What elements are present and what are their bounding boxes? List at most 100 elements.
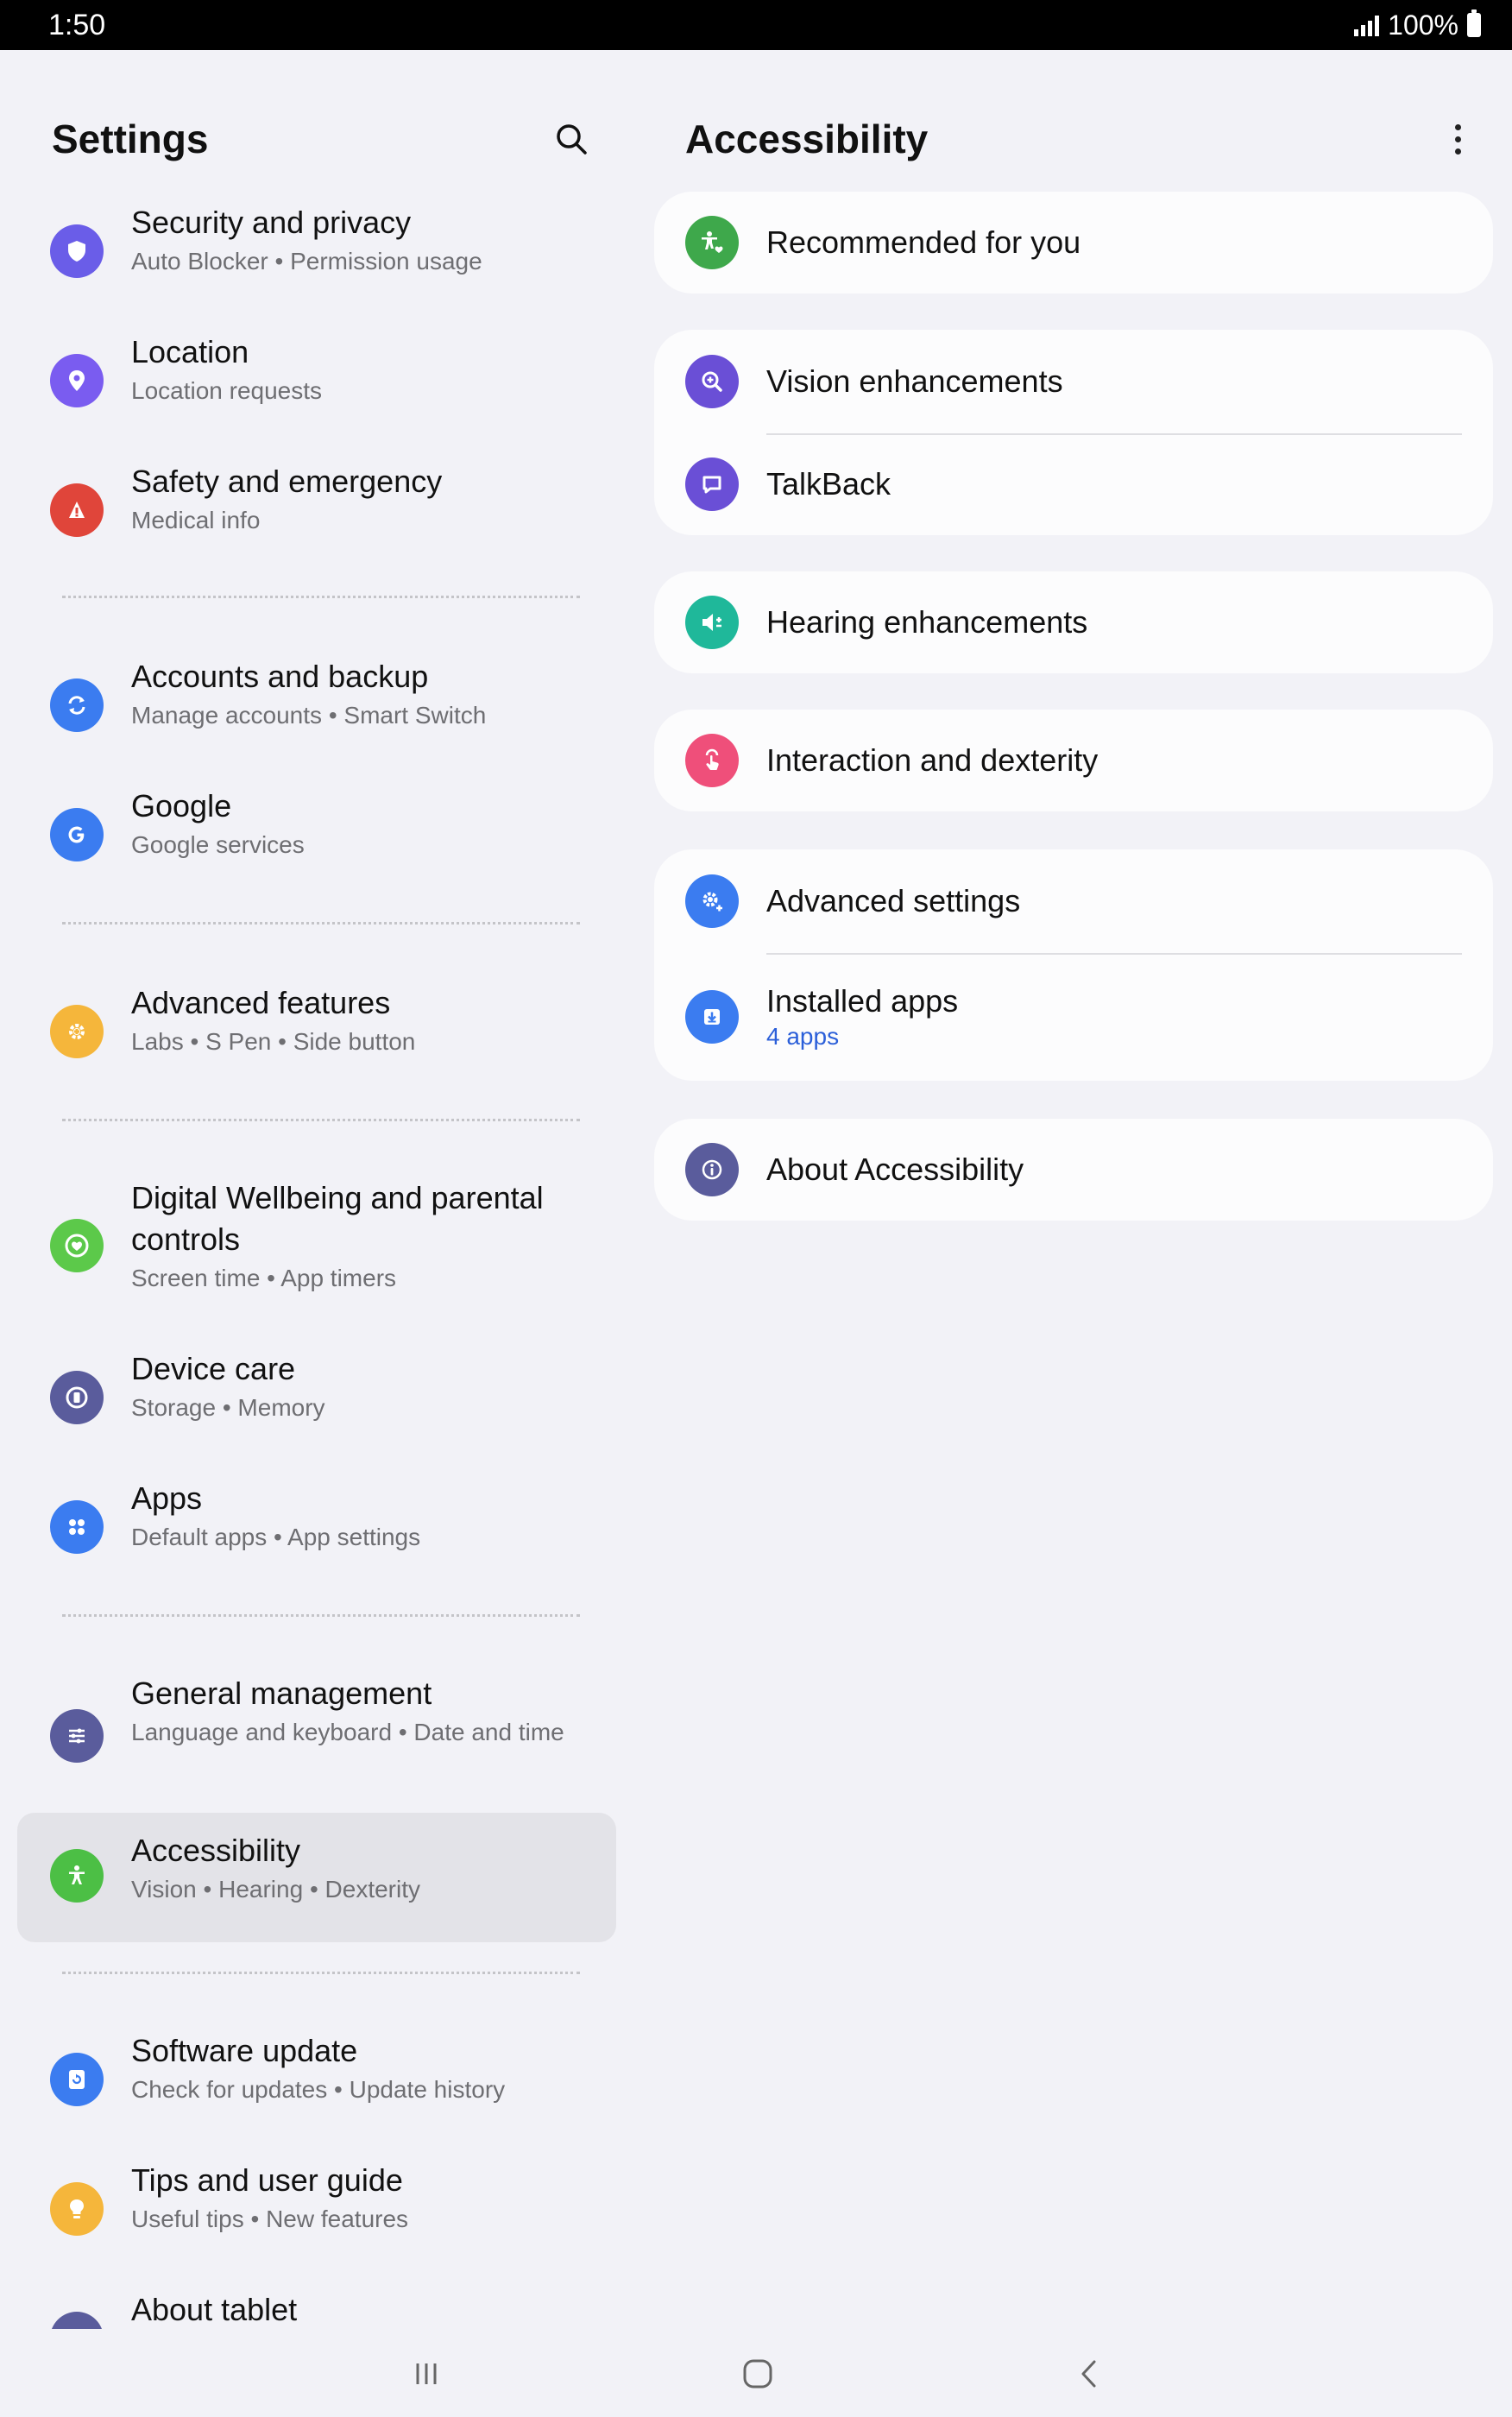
item-text: General management Language and keyboard… [131,1673,580,1749]
settings-item-tips-and-user-guide[interactable]: Tips and user guide Useful tips • New fe… [17,2160,616,2253]
item-text: Advanced features Labs • S Pen • Side bu… [131,982,415,1058]
gear-plus-icon [685,874,739,928]
item-text: Accessibility Vision • Hearing • Dexteri… [131,1830,420,1906]
battery-percent: 100% [1388,9,1458,41]
row-text: Vision enhancements [766,362,1063,401]
more-options-button[interactable] [1436,113,1479,165]
about-accessibility-row[interactable]: About Accessibility [654,1119,1493,1221]
card-interaction: Interaction and dexterity [654,710,1493,811]
gear-plus-icon [50,1005,104,1058]
advanced-settings-row[interactable]: Advanced settings [654,849,1493,953]
google-icon [50,808,104,861]
vision-enhancements-row[interactable]: Vision enhancements [654,330,1493,433]
row-subtitle: 4 apps [766,1023,840,1050]
row-title: Interaction and dexterity [766,742,1099,778]
item-subtitle: Screen time • App timers [131,1265,397,1291]
settings-item-apps[interactable]: Apps Default apps • App settings [17,1478,616,1571]
status-bar: 1:50 100% [0,0,1512,50]
item-text: Software update Check for updates • Upda… [131,2030,505,2106]
settings-item-advanced-features[interactable]: Advanced features Labs • S Pen • Side bu… [17,982,616,1076]
search-icon [557,124,587,155]
settings-item-accounts-and-backup[interactable]: Accounts and backup Manage accounts • Sm… [17,656,616,749]
settings-item-about-tablet[interactable]: About tablet [17,2289,616,2329]
shield-icon [50,224,104,278]
hearing-enhancements-row[interactable]: Hearing enhancements [654,571,1493,673]
magnifier-icon [685,355,739,408]
accessibility-heart-icon [685,216,739,269]
section-divider [62,1119,580,1121]
section-divider [62,1614,580,1617]
item-subtitle: Medical info [131,507,261,533]
item-title: Accessibility [131,1833,301,1868]
dot [1454,148,1461,155]
navigation-bar [0,2329,1512,2417]
item-title: Device care [131,1351,296,1386]
home-button[interactable] [723,2348,792,2400]
dot [1454,136,1461,142]
sliders-icon [50,1709,104,1763]
update-icon [50,2053,104,2106]
item-title: Security and privacy [131,205,412,240]
item-title: Google [131,788,232,824]
recommended-for-you-row[interactable]: Recommended for you [654,192,1493,293]
row-text: Hearing enhancements [766,603,1087,642]
settings-item-safety-and-emergency[interactable]: Safety and emergency Medical info [17,461,616,554]
back-button[interactable] [1055,2348,1124,2400]
item-subtitle: Manage accounts • Smart Switch [131,702,487,729]
item-title: General management [131,1675,432,1711]
item-text: Location Location requests [131,331,322,407]
item-title: Tips and user guide [131,2162,403,2198]
settings-item-accessibility[interactable]: Accessibility Vision • Hearing • Dexteri… [17,1813,616,1942]
item-title: Location [131,334,249,369]
talkback-icon [685,458,739,511]
item-subtitle: Useful tips • New features [131,2206,409,2232]
accessibility-header: Accessibility [685,109,1479,169]
settings-item-device-care[interactable]: Device care Storage • Memory [17,1348,616,1442]
speaker-icon [685,596,739,649]
settings-header: Settings [52,109,595,169]
device-care-icon [50,1371,104,1424]
section-divider [62,1972,580,1974]
settings-item-digital-wellbeing[interactable]: Digital Wellbeing and parental controls … [17,1177,616,1312]
row-text: Advanced settings [766,881,1020,921]
info-icon [685,1143,739,1196]
settings-item-software-update[interactable]: Software update Check for updates • Upda… [17,2030,616,2124]
card-vision: Vision enhancements TalkBack [654,330,1493,535]
item-subtitle: Location requests [131,377,323,404]
installed-apps-row[interactable]: Installed apps 4 apps [654,953,1493,1081]
card-about: About Accessibility [654,1119,1493,1221]
interaction-and-dexterity-row[interactable]: Interaction and dexterity [654,710,1493,811]
talkback-row[interactable]: TalkBack [654,433,1493,535]
item-title: Software update [131,2033,358,2068]
item-subtitle: Labs • S Pen • Side button [131,1028,416,1055]
row-text: About Accessibility [766,1150,1024,1190]
status-indicators: 100% [1354,9,1481,41]
settings-item-location[interactable]: Location Location requests [17,331,616,425]
settings-pane: Settings Security and privacy Auto Block… [0,50,630,2329]
row-title: Recommended for you [766,224,1081,260]
settings-item-general-management[interactable]: General management Language and keyboard… [17,1673,616,1794]
accessibility-icon [50,1849,104,1903]
section-divider [62,596,580,598]
item-subtitle: Google services [131,831,305,858]
recents-icon [416,2363,437,2384]
settings-item-security-and-privacy[interactable]: Security and privacy Auto Blocker • Perm… [17,202,616,295]
row-text: TalkBack [766,464,891,504]
wellbeing-icon [50,1219,104,1272]
download-icon [685,990,739,1044]
apps-grid-icon [50,1500,104,1554]
card-advanced: Advanced settings Installed apps 4 apps [654,849,1493,1081]
section-divider [62,922,580,925]
row-title: Hearing enhancements [766,604,1088,640]
settings-item-google[interactable]: Google Google services [17,786,616,879]
emergency-icon [50,483,104,537]
recents-button[interactable] [392,2348,461,2400]
item-title: Advanced features [131,985,391,1020]
item-subtitle: Check for updates • Update history [131,2076,506,2103]
item-subtitle: Language and keyboard • Date and time [131,1719,564,1745]
signal-icon [1354,14,1380,36]
item-title: About tablet [131,2292,298,2327]
search-button[interactable] [547,115,595,163]
touch-hand-icon [685,734,739,787]
item-text: Tips and user guide Useful tips • New fe… [131,2160,408,2236]
